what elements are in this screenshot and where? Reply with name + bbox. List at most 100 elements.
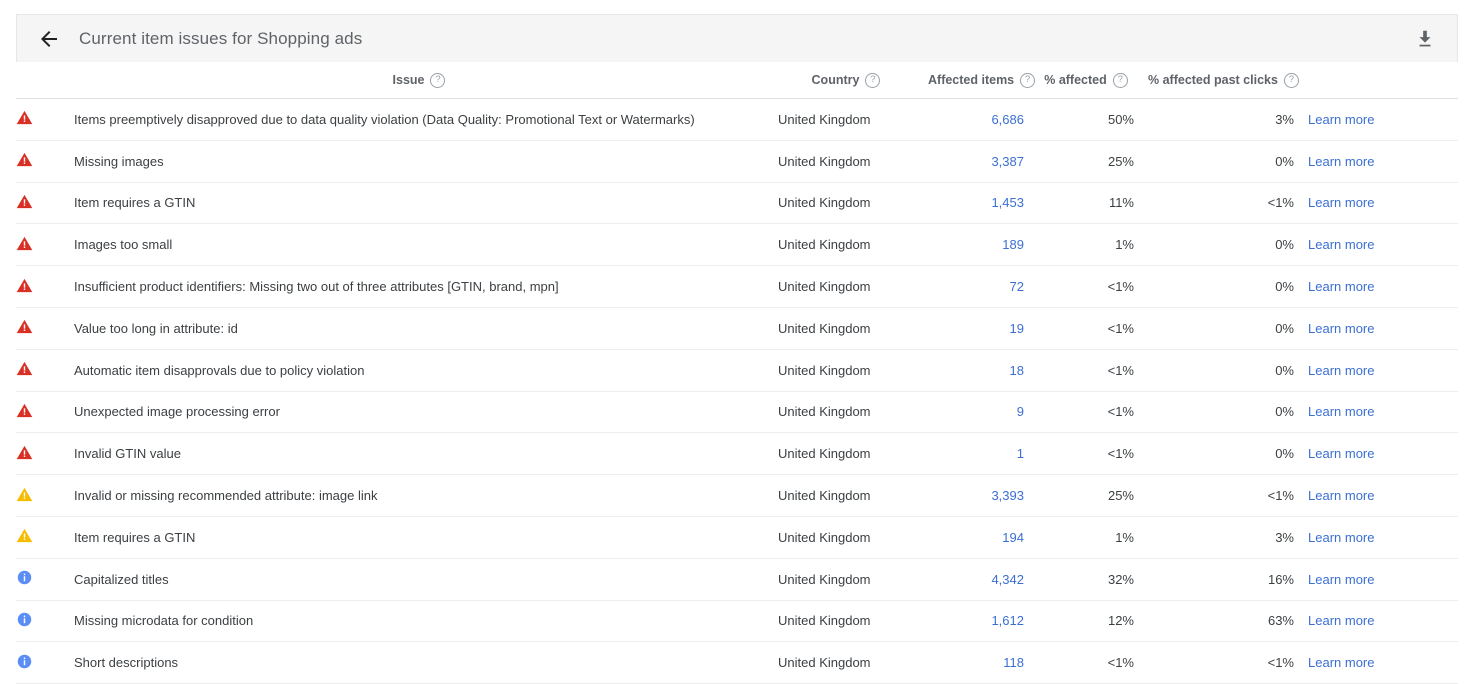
help-icon[interactable]: [1283, 72, 1299, 88]
country-cell: United Kingdom: [778, 600, 928, 643]
affected-items-cell: 6,686: [928, 98, 1038, 141]
severity-cell: [16, 516, 74, 559]
col-header-pct-affected-past-clicks-label: % affected past clicks: [1148, 73, 1278, 87]
learn-more-link[interactable]: Learn more: [1308, 154, 1374, 169]
pct-affected-cell: <1%: [1038, 265, 1148, 308]
affected-items-cell: 1,612: [928, 600, 1038, 643]
learn-more-cell: Learn more: [1308, 265, 1458, 308]
error-triangle-icon: [16, 318, 33, 335]
col-header-affected-items-label: Affected items: [928, 73, 1015, 87]
learn-more-link[interactable]: Learn more: [1308, 572, 1374, 587]
col-header-issue: Issue: [74, 62, 778, 99]
pct-affected-past-clicks-cell: 0%: [1148, 432, 1308, 476]
pct-affected-past-clicks-cell: 0%: [1148, 307, 1308, 350]
affected-items-link[interactable]: 194: [1002, 530, 1024, 545]
affected-items-link[interactable]: 19: [1010, 321, 1024, 336]
affected-items-link[interactable]: 18: [1010, 363, 1024, 378]
pct-affected-past-clicks-cell: 0%: [1148, 349, 1308, 392]
severity-cell: [16, 474, 74, 517]
affected-items-link[interactable]: 189: [1002, 237, 1024, 252]
learn-more-link[interactable]: Learn more: [1308, 279, 1374, 294]
pct-affected-past-clicks-cell: 0%: [1148, 265, 1308, 308]
learn-more-link[interactable]: Learn more: [1308, 613, 1374, 628]
affected-items-link[interactable]: 3,393: [991, 488, 1024, 503]
warning-triangle-icon: [16, 486, 33, 503]
learn-more-link[interactable]: Learn more: [1308, 363, 1374, 378]
pct-affected-past-clicks-cell: 63%: [1148, 600, 1308, 643]
help-icon[interactable]: [1020, 72, 1036, 88]
learn-more-cell: Learn more: [1308, 307, 1458, 350]
help-icon[interactable]: [865, 72, 881, 88]
col-header-pct-affected-label: % affected: [1044, 73, 1107, 87]
issue-cell: Missing images: [74, 140, 778, 183]
learn-more-link[interactable]: Learn more: [1308, 446, 1374, 461]
affected-items-cell: 194: [928, 516, 1038, 559]
issues-table-body: Items preemptively disapproved due to da…: [16, 98, 1458, 684]
issue-cell: Short descriptions: [74, 641, 778, 684]
col-header-learn-more: [1308, 62, 1458, 99]
affected-items-cell: 4,342: [928, 558, 1038, 601]
issue-cell: Missing microdata for condition: [74, 600, 778, 643]
affected-items-cell: 189: [928, 223, 1038, 267]
learn-more-link[interactable]: Learn more: [1308, 112, 1374, 127]
pct-affected-cell: 11%: [1038, 182, 1148, 225]
pct-affected-past-clicks-cell: 0%: [1148, 223, 1308, 267]
affected-items-link[interactable]: 9: [1017, 404, 1024, 419]
learn-more-cell: Learn more: [1308, 391, 1458, 434]
affected-items-link[interactable]: 1,612: [991, 613, 1024, 628]
pct-affected-cell: 50%: [1038, 98, 1148, 141]
learn-more-link[interactable]: Learn more: [1308, 195, 1374, 210]
learn-more-link[interactable]: Learn more: [1308, 404, 1374, 419]
learn-more-cell: Learn more: [1308, 98, 1458, 141]
learn-more-link[interactable]: Learn more: [1308, 655, 1374, 670]
back-arrow-icon[interactable]: [35, 25, 63, 53]
affected-items-link[interactable]: 1,453: [991, 195, 1024, 210]
page-header: Current item issues for Shopping ads: [16, 14, 1458, 62]
table-row: Item requires a GTIN United Kingdom 1,453 1…: [16, 182, 1458, 225]
pct-affected-cell: 12%: [1038, 600, 1148, 643]
col-header-country: Country: [778, 62, 928, 99]
issues-table: Issue Country Affected items: [16, 62, 1458, 684]
issue-cell: Capitalized titles: [74, 558, 778, 601]
pct-affected-cell: 1%: [1038, 223, 1148, 267]
col-header-pct-affected: % affected: [1038, 62, 1148, 99]
pct-affected-past-clicks-cell: <1%: [1148, 474, 1308, 517]
table-row: Insufficient product identifiers: Missin…: [16, 265, 1458, 308]
affected-items-link[interactable]: 118: [1003, 655, 1024, 670]
table-row: Item requires a GTIN United Kingdom 194 1% 3…: [16, 516, 1458, 559]
country-cell: United Kingdom: [778, 140, 928, 183]
download-icon[interactable]: [1409, 23, 1441, 55]
severity-cell: [16, 140, 74, 183]
learn-more-cell: Learn more: [1308, 140, 1458, 183]
error-triangle-icon: [16, 277, 33, 294]
affected-items-cell: 1,453: [928, 182, 1038, 225]
country-cell: United Kingdom: [778, 474, 928, 517]
page-title: Current item issues for Shopping ads: [79, 28, 363, 48]
affected-items-link[interactable]: 1: [1017, 446, 1024, 461]
affected-items-link[interactable]: 3,387: [991, 154, 1024, 169]
learn-more-link[interactable]: Learn more: [1308, 488, 1374, 503]
help-icon[interactable]: [1112, 72, 1128, 88]
affected-items-link[interactable]: 6,686: [991, 112, 1024, 127]
table-row: Images too small United Kingdom 189 1% 0% Lea…: [16, 223, 1458, 267]
affected-items-link[interactable]: 4,342: [991, 572, 1024, 587]
learn-more-link[interactable]: Learn more: [1308, 530, 1374, 545]
country-cell: United Kingdom: [778, 558, 928, 601]
info-circle-icon: [16, 611, 33, 628]
country-cell: United Kingdom: [778, 391, 928, 434]
pct-affected-cell: 32%: [1038, 558, 1148, 601]
error-triangle-icon: [16, 360, 33, 377]
col-header-severity: [16, 62, 74, 99]
pct-affected-past-clicks-cell: <1%: [1148, 641, 1308, 684]
pct-affected-cell: 25%: [1038, 140, 1148, 183]
help-icon[interactable]: [430, 72, 446, 88]
affected-items-cell: 3,387: [928, 140, 1038, 183]
learn-more-link[interactable]: Learn more: [1308, 321, 1374, 336]
affected-items-link[interactable]: 72: [1010, 279, 1024, 294]
pct-affected-cell: 1%: [1038, 516, 1148, 559]
issue-cell: Item requires a GTIN: [74, 516, 778, 559]
table-row: Missing images United Kingdom 3,387 25% 0% Le…: [16, 140, 1458, 183]
learn-more-link[interactable]: Learn more: [1308, 237, 1374, 252]
issue-cell: Item requires a GTIN: [74, 182, 778, 225]
page-root: Current item issues for Shopping ads Iss…: [0, 0, 1476, 684]
